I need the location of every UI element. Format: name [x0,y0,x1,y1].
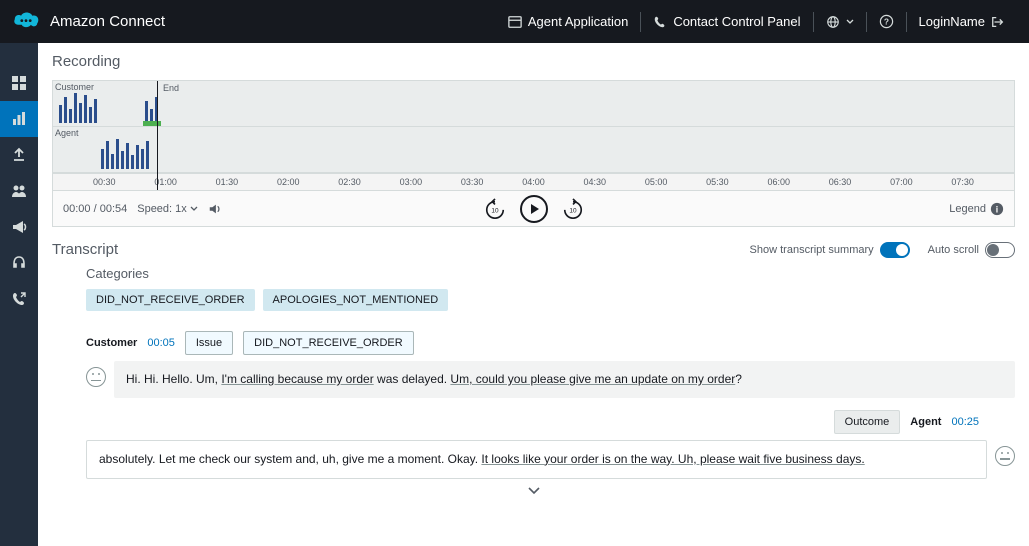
ccp-label: Contact Control Panel [673,14,800,29]
transcript-message-customer: Customer 00:05 Issue DID_NOT_RECEIVE_ORD… [38,319,1029,398]
headset-icon [11,255,27,271]
sidebar-analytics[interactable] [0,101,38,137]
forward-10-button[interactable]: 10 [562,198,584,220]
brand-text: Amazon Connect [50,13,165,30]
transcript-title: Transcript [52,241,118,258]
speaker-label: Customer [86,337,137,349]
chevron-down-icon [527,486,541,496]
agent-application-label: Agent Application [528,14,628,29]
chevron-down-icon [190,205,198,213]
users-icon [11,183,27,199]
user-menu[interactable]: LoginName [907,0,1018,43]
sidebar-dashboard[interactable] [0,65,38,101]
legend-label: Legend [949,203,986,215]
neutral-sentiment-icon [86,367,106,387]
top-navigation: Amazon Connect Agent Application Contact… [0,0,1029,43]
timeline-ruler: 00:3001:0001:3002:0002:3003:0003:3004:00… [53,173,1014,190]
help-link[interactable]: ? [867,0,906,43]
playback-time: 00:00 / 00:54 [63,203,127,215]
transcript-message-agent: Outcome Agent 00:25 absolutely. Let me c… [38,398,1029,479]
sidebar-phone[interactable] [0,281,38,317]
chevron-down-icon [846,18,854,26]
svg-text:?: ? [883,16,888,26]
language-selector[interactable] [814,0,866,43]
svg-text:10: 10 [491,207,499,214]
speed-control[interactable]: Speed: 1x [137,203,198,215]
playhead[interactable] [157,81,158,190]
category-chip-inline[interactable]: DID_NOT_RECEIVE_ORDER [243,331,414,355]
phone-transfer-icon [11,291,27,307]
brand-area: Amazon Connect [12,12,165,32]
window-icon [508,15,522,29]
waveform-panel[interactable]: Customer End Agent 00:3001:0001:3002:000… [52,80,1015,191]
categories-heading: Categories [86,266,1015,281]
message-text: absolutely. Let me check our system and,… [86,440,987,479]
play-icon [528,203,540,215]
info-icon[interactable]: i [990,202,1004,216]
volume-icon[interactable] [208,202,222,216]
main-content: Recording Customer End Agent [38,43,1029,546]
phone-icon [653,15,667,29]
neutral-sentiment-icon [995,446,1015,466]
login-name: LoginName [919,14,986,29]
category-chip[interactable]: DID_NOT_RECEIVE_ORDER [86,289,255,311]
svg-text:10: 10 [569,207,577,214]
megaphone-icon [11,219,27,235]
rewind-10-button[interactable]: 10 [484,198,506,220]
agent-track-label: Agent [55,128,79,138]
dashboard-icon [11,75,27,91]
agent-track: Agent [53,127,1014,173]
timestamp[interactable]: 00:25 [951,416,979,428]
svg-text:i: i [996,204,998,214]
autoscroll-label: Auto scroll [928,244,979,256]
interruption-marker [143,121,161,126]
routing-icon [11,147,27,163]
issue-chip[interactable]: Issue [185,331,233,355]
contact-control-panel-link[interactable]: Contact Control Panel [641,0,812,43]
transcript-header: Transcript Show transcript summary Auto … [38,227,1029,264]
autoscroll-toggle[interactable] [985,242,1015,258]
sidebar-routing[interactable] [0,137,38,173]
playback-controls: 00:00 / 00:54 Speed: 1x 10 10 Legend i [52,191,1015,227]
logout-icon [991,15,1005,29]
recording-title: Recording [52,53,1015,70]
speaker-label: Agent [910,416,941,428]
globe-icon [826,15,840,29]
connect-logo-icon [12,12,40,32]
categories-section: Categories DID_NOT_RECEIVE_ORDER APOLOGI… [38,264,1029,319]
timestamp[interactable]: 00:05 [147,337,175,349]
category-chip[interactable]: APOLOGIES_NOT_MENTIONED [263,289,449,311]
expand-transcript-button[interactable] [38,479,1029,503]
play-button[interactable] [520,195,548,223]
sidebar-users[interactable] [0,173,38,209]
message-text: Hi. Hi. Hello. Um, I'm calling because m… [114,361,1015,398]
customer-track-label: Customer [55,82,94,92]
analytics-icon [11,111,27,127]
agent-application-link[interactable]: Agent Application [496,0,640,43]
customer-track: Customer End [53,81,1014,127]
end-marker: End [163,83,179,93]
outcome-chip[interactable]: Outcome [834,410,901,434]
left-sidebar [0,43,38,546]
summary-toggle[interactable] [880,242,910,258]
summary-toggle-label: Show transcript summary [750,244,874,256]
sidebar-headset[interactable] [0,245,38,281]
help-icon: ? [879,14,894,29]
sidebar-campaigns[interactable] [0,209,38,245]
